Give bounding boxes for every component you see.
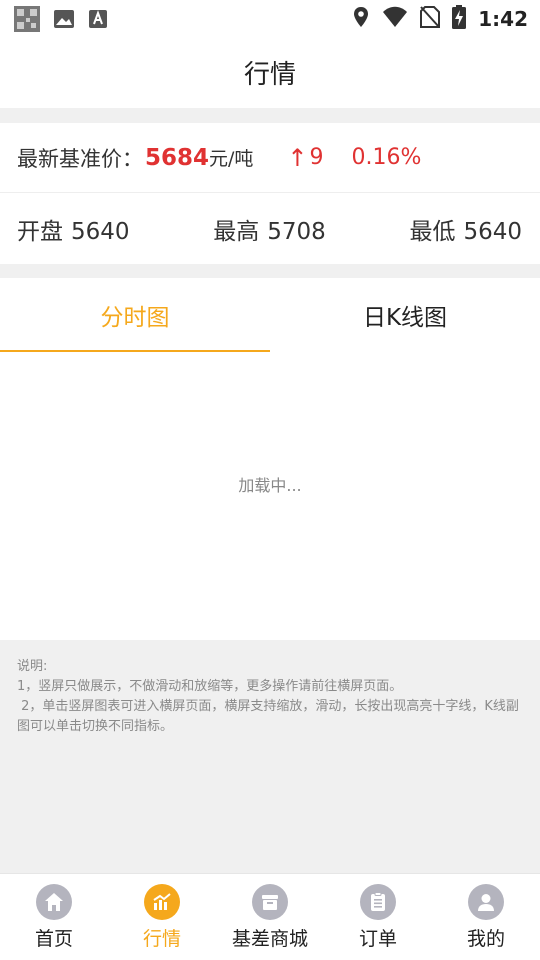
open-label: 开盘 [17, 218, 63, 245]
store-icon [252, 884, 288, 920]
high-label: 最高 [213, 218, 260, 245]
qr-thumbnail-icon [14, 6, 40, 36]
price-value: 5684 [145, 144, 210, 171]
image-icon [53, 8, 75, 34]
change-percent: 0.16% [351, 145, 422, 170]
page-title: 行情 [243, 59, 296, 90]
tab-intraday-chart[interactable]: 分时图 [0, 278, 270, 352]
font-icon [88, 9, 108, 33]
loading-text: 加载中... [238, 476, 302, 495]
wifi-icon [382, 6, 408, 32]
nav-item-orders[interactable]: 订单 [324, 874, 432, 960]
notes-title: 说明: [17, 659, 48, 674]
notes-line-1: 1，竖屏只做展示，不做滑动和放缩等，更多操作请前往横屏页面。 [17, 679, 403, 694]
nav-item-basis-store[interactable]: 基差商城 [216, 874, 324, 960]
high-value: 5708 [267, 218, 326, 245]
title-bar: 行情 [0, 36, 540, 108]
ohl-row: 开盘 5640 最高 5708 最低 5640 [0, 193, 540, 264]
chart-tabs: 分时图 日K线图 [0, 278, 540, 352]
nav-label-home: 首页 [34, 928, 73, 950]
no-sim-icon [420, 6, 441, 32]
status-time: 1:42 [478, 7, 528, 31]
nav-label-basis-store: 基差商城 [231, 928, 308, 950]
status-bar-system: 1:42 [352, 5, 528, 33]
nav-item-market[interactable]: 行情 [108, 874, 216, 960]
notes-section: 说明: 1，竖屏只做展示，不做滑动和放缩等，更多操作请前往横屏页面。 2，单击竖… [17, 657, 525, 737]
nav-item-profile[interactable]: 我的 [432, 874, 540, 960]
low-price: 最低 5640 [409, 212, 522, 246]
price-label: 最新基准价： [17, 146, 143, 171]
open-price: 开盘 5640 [17, 212, 130, 246]
user-icon [468, 884, 504, 920]
nav-item-home[interactable]: 首页 [0, 874, 108, 960]
bottom-nav: 首页 行情 基差商城 订单 我的 [0, 873, 540, 960]
status-bar-notifications [14, 6, 108, 36]
clipboard-icon [360, 884, 396, 920]
home-icon [36, 884, 72, 920]
tab-daily-k-chart[interactable]: 日K线图 [270, 278, 540, 352]
price-unit: 元/吨 [209, 148, 254, 170]
open-value: 5640 [71, 218, 130, 245]
high-price: 最高 5708 [213, 212, 326, 246]
location-icon [352, 6, 370, 32]
change-value: 9 [309, 145, 324, 170]
nav-label-orders: 订单 [358, 928, 397, 950]
notes-line-2: 2，单击竖屏图表可进入横屏页面，横屏支持缩放，滑动，长按出现高亮十字线，K线副图… [17, 699, 519, 734]
latest-price-row: 最新基准价： 5684 元/吨 ↑ 9 0.16% [0, 123, 540, 193]
chart-icon [144, 884, 180, 920]
nav-label-profile: 我的 [466, 928, 505, 950]
status-bar: 1:42 [0, 0, 540, 36]
battery-charging-icon [452, 5, 467, 33]
price-card: 最新基准价： 5684 元/吨 ↑ 9 0.16% 开盘 5640 最高 5708 … [0, 123, 540, 264]
low-label: 最低 [409, 218, 456, 245]
chart-card[interactable]: 分时图 日K线图 加载中... [0, 278, 540, 640]
up-arrow-icon: ↑ [287, 143, 308, 172]
low-value: 5640 [463, 218, 522, 245]
nav-label-market: 行情 [142, 928, 181, 950]
